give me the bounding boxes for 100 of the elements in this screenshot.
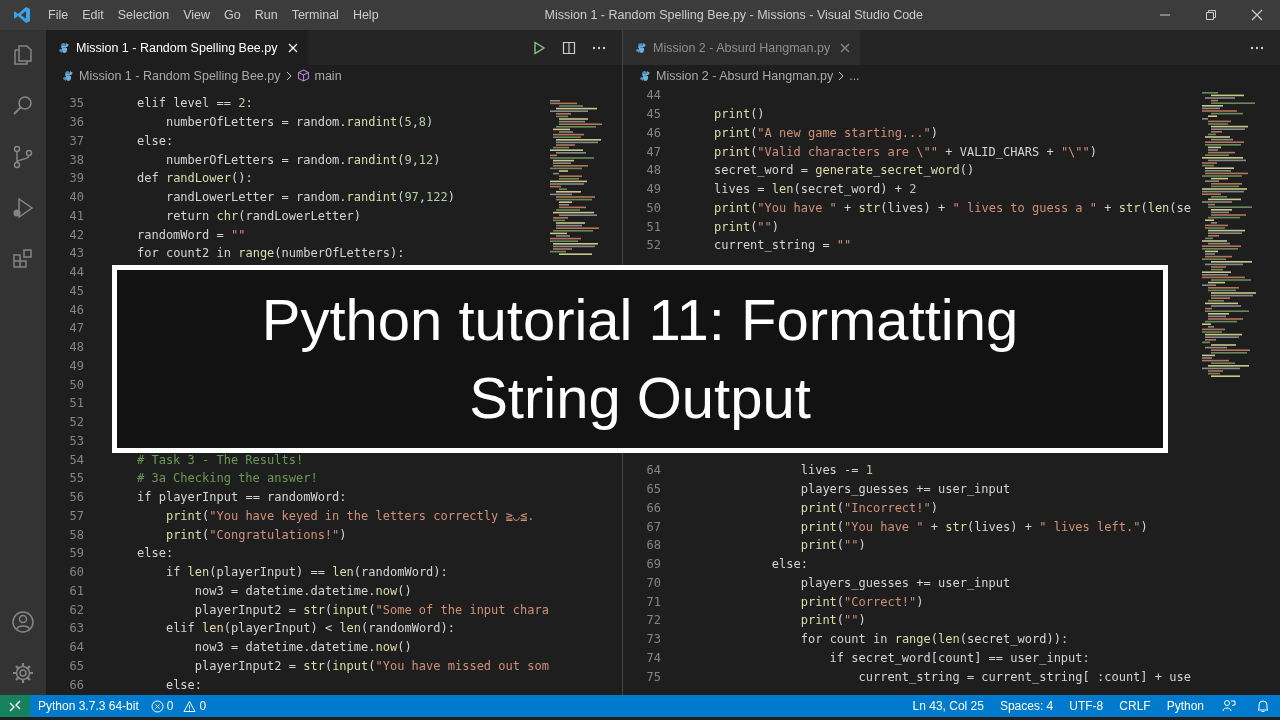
line-number: 56: [68, 490, 84, 505]
code-line: print(): [714, 107, 765, 122]
code-line: else:: [770, 557, 808, 572]
breadcrumb[interactable]: main: [314, 68, 342, 83]
run-debug-icon[interactable]: [11, 196, 35, 220]
menu-item[interactable]: Selection: [110, 0, 177, 30]
line-number: 35: [68, 96, 84, 111]
code-line: for count in range(len(secret_word)):: [799, 632, 1069, 647]
code-line: playerInput2 = str(input("You have missed out som: [193, 658, 549, 673]
remote-icon[interactable]: [0, 695, 30, 717]
close-icon[interactable]: [1251, 9, 1263, 21]
line-number: 45: [68, 283, 84, 298]
status-item[interactable]: UTF-8: [1061, 699, 1112, 713]
code-line: now3 = datetime.datetime.now(): [193, 640, 412, 655]
status-item[interactable]: Python 3.7.3 64-bit: [30, 699, 147, 713]
source-control-icon[interactable]: [11, 145, 35, 169]
status-item[interactable]: 0: [196, 699, 213, 713]
menu-item[interactable]: View: [176, 0, 217, 30]
line-number: 52: [68, 415, 84, 430]
code-line: elif len(playerInput) < len(randomWord):: [164, 621, 455, 636]
line-number: 51: [645, 219, 661, 234]
feedback-icon[interactable]: [1222, 699, 1236, 713]
line-number: 74: [645, 650, 661, 665]
line-number: 67: [645, 519, 661, 534]
more-icon[interactable]: [1250, 45, 1264, 50]
line-number: 50: [645, 200, 661, 215]
code-line: print("You have keyed in the letters correctly ≧◡≦.: [164, 508, 535, 523]
code-line: elif level == 2:: [137, 96, 253, 111]
line-number: 72: [645, 613, 661, 628]
code-line: print("Correct!"): [799, 594, 924, 609]
code-line: numberOfLetters = random.randint(9,12): [164, 152, 441, 167]
code-line: for count2 in range(numberOfLetters):: [137, 246, 405, 261]
code-line: print(""): [714, 219, 780, 234]
line-number: 42: [68, 227, 84, 242]
menu-item[interactable]: Run: [247, 0, 285, 30]
restore-icon[interactable]: [1205, 9, 1217, 21]
code-line: if secret_word[count] == user_input:: [828, 650, 1090, 665]
menu-item[interactable]: File: [41, 0, 76, 30]
menu-item[interactable]: Terminal: [284, 0, 346, 30]
code-line: lives -= 1: [799, 463, 873, 478]
code-line: # Task 3 - The Results!: [137, 452, 304, 467]
line-number: 37: [68, 133, 84, 148]
menu-item[interactable]: Go: [217, 0, 248, 30]
status-item[interactable]: 0: [163, 699, 180, 713]
status-item[interactable]: CRLF: [1111, 699, 1159, 713]
account-icon[interactable]: [11, 610, 35, 634]
line-number: 65: [645, 482, 661, 497]
line-number: 46: [645, 125, 661, 140]
line-number: 36: [68, 115, 84, 130]
line-number: 52: [645, 238, 661, 253]
bell-icon[interactable]: [1256, 699, 1270, 713]
line-number: 45: [645, 107, 661, 122]
code-line: print(""): [799, 538, 866, 553]
run-icon[interactable]: [532, 40, 546, 55]
code-line: if playerInput == randomWord:: [137, 490, 347, 505]
menu-item[interactable]: Edit: [75, 0, 111, 30]
line-number: 66: [645, 500, 661, 515]
line-number: 47: [68, 321, 84, 336]
line-number: 75: [645, 669, 661, 684]
status-item[interactable]: Python: [1158, 699, 1212, 713]
code-line: # 3a Checking the answer!: [137, 471, 318, 486]
status-item[interactable]: Spaces: 4: [991, 699, 1062, 713]
settings-icon[interactable]: [11, 661, 35, 685]
breadcrumb[interactable]: Mission 2 - Absurd Hangman.py: [656, 68, 834, 83]
line-number: 68: [645, 538, 661, 553]
editor-tab[interactable]: Mission 2 - Absurd Hangman.py: [623, 30, 861, 65]
code-line: print("Congratulations!"): [164, 527, 347, 542]
extensions-icon[interactable]: [11, 247, 35, 271]
split-editor-icon[interactable]: [562, 40, 576, 55]
line-number: 43: [68, 246, 84, 261]
line-number: 41: [68, 208, 84, 223]
code-line: else:: [164, 677, 203, 692]
line-number: 64: [645, 463, 661, 478]
breadcrumb[interactable]: Mission 1 - Random Spelling Bee.py: [79, 68, 281, 83]
code-line: def randLower():: [137, 171, 253, 186]
python-file-icon: [635, 41, 647, 54]
code-line: players_guesses += user_input: [799, 482, 1011, 497]
line-number: 59: [68, 546, 84, 561]
line-number: 62: [68, 602, 84, 617]
warning-icon: [183, 699, 197, 713]
more-icon[interactable]: [592, 45, 606, 50]
cube-icon: [296, 69, 310, 82]
line-number: 71: [645, 594, 661, 609]
editor-tab[interactable]: Mission 1 - Random Spelling Bee.py: [46, 30, 308, 65]
status-item[interactable]: Ln 43, Col 25: [904, 699, 992, 713]
files-icon[interactable]: [11, 43, 35, 67]
logo-icon: [13, 6, 31, 24]
line-number: 51: [68, 396, 84, 411]
line-number: 64: [68, 640, 84, 655]
breadcrumb[interactable]: ...: [849, 68, 860, 83]
chevron-icon: [285, 70, 292, 81]
window-title: Mission 1 - Random Spelling Bee.py - Missions - Visual Studio Code: [543, 8, 924, 22]
code-line: else:: [137, 546, 174, 561]
code-line: current_string = "": [714, 238, 852, 253]
code-line: else:: [137, 133, 174, 148]
code-line: randLowerLetter = random.randint(97,122): [164, 190, 455, 205]
menu-item[interactable]: Help: [345, 0, 386, 30]
code-line: players_guesses += user_input: [799, 575, 1011, 590]
code-line: numberOfLetters = random.randint(5,8): [164, 115, 434, 130]
code-line: if len(playerInput) == len(randomWord):: [164, 565, 448, 580]
